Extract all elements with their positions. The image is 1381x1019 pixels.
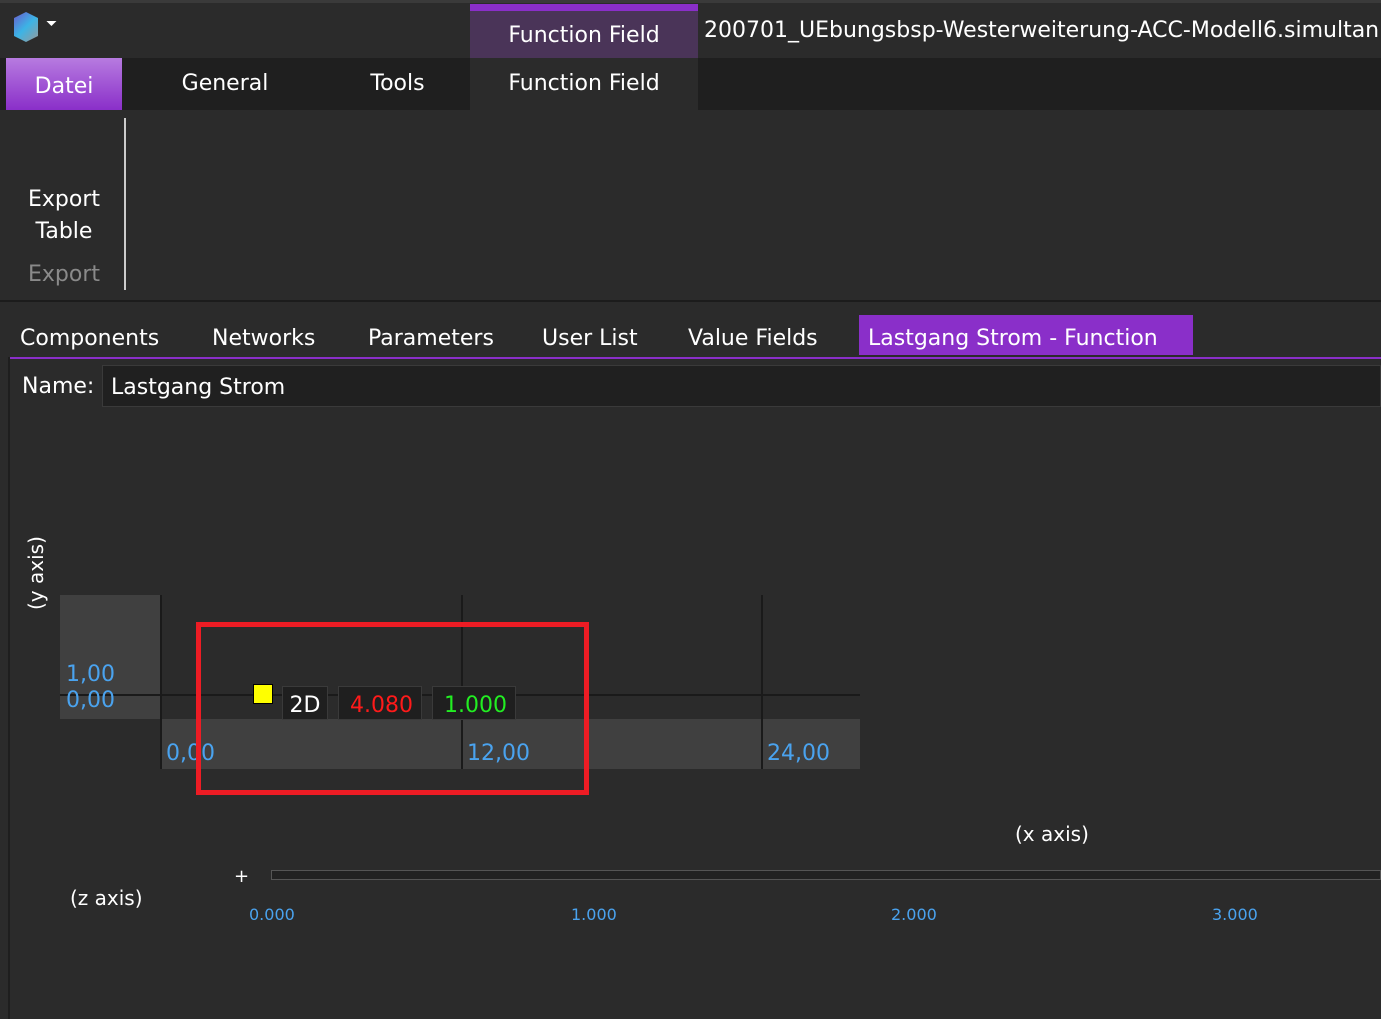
ribbon-tabs: Datei General Tools Function Field (0, 58, 1381, 110)
group-divider (124, 118, 126, 290)
highlight-box (196, 622, 589, 795)
y-tick: 1,00 (66, 662, 115, 687)
z-axis-label: (z axis) (70, 886, 143, 910)
name-input[interactable]: Lastgang Strom (102, 365, 1381, 407)
export-table-button[interactable]: Export Table (14, 184, 114, 248)
ribbon-panel: Export Table Export (0, 110, 1381, 302)
window-title: 200701_UEbungsbsp-Westerweiterung-ACC-Mo… (704, 18, 1381, 43)
quick-access-dropdown-icon[interactable]: ⏷ (46, 16, 57, 32)
document-tabs: Components Networks Parameters User List… (10, 315, 1381, 399)
context-tab-header: Function Field (470, 4, 698, 58)
z-add-button[interactable]: + (234, 866, 249, 887)
tab-value-fields[interactable]: Value Fields (688, 315, 818, 355)
z-tick: 2.000 (891, 905, 937, 924)
export-table-label-2: Table (35, 219, 93, 244)
app-logo-icon (14, 12, 38, 42)
z-axis-slider[interactable] (271, 870, 1381, 880)
tab-user-list[interactable]: User List (542, 315, 638, 355)
x-tick: 24,00 (767, 741, 830, 766)
tab-networks[interactable]: Networks (212, 315, 315, 355)
grid-line-v (160, 595, 162, 769)
z-tick: 0.000 (249, 905, 295, 924)
tab-general[interactable]: General (150, 58, 300, 110)
tab-datei[interactable]: Datei (6, 58, 122, 110)
z-tick: 1.000 (571, 905, 617, 924)
tab-tools[interactable]: Tools (340, 58, 455, 110)
name-label: Name: (22, 374, 95, 399)
tab-label: Lastgang Strom - Function (868, 326, 1158, 351)
group-label-export: Export (28, 262, 101, 287)
x-axis-label: (x axis) (1015, 822, 1089, 846)
y-axis-label: (y axis) (24, 536, 48, 610)
z-tick: 3.000 (1212, 905, 1258, 924)
tab-components[interactable]: Components (20, 315, 159, 355)
grid-line-v (761, 595, 763, 769)
y-tick: 0,00 (66, 688, 115, 713)
tab-function-field[interactable]: Function Field (470, 58, 698, 110)
export-table-label: Export (27, 187, 100, 212)
tab-lastgang-strom[interactable]: Lastgang Strom - Function ✕ (859, 315, 1193, 399)
left-border (8, 357, 10, 1019)
tab-parameters[interactable]: Parameters (368, 315, 494, 355)
